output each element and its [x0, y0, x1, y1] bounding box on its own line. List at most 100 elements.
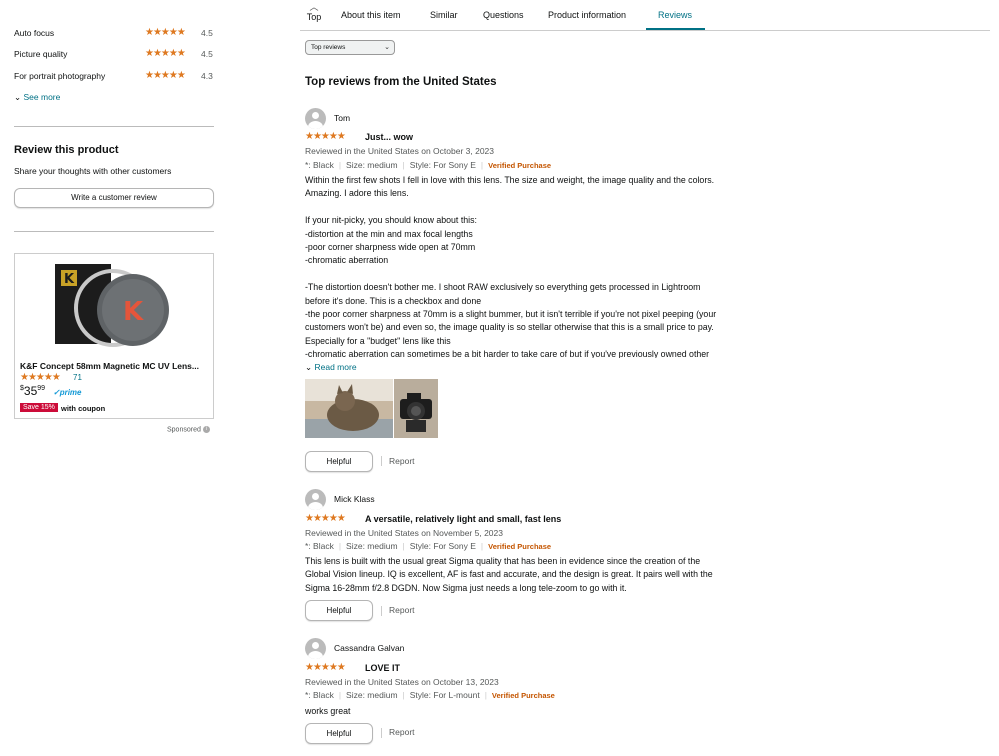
- review-title[interactable]: Just... wow: [365, 132, 413, 142]
- variant-style[interactable]: Style: For Sony E: [410, 541, 476, 551]
- divider: [14, 126, 214, 127]
- chevron-down-icon: ⌄: [14, 92, 22, 102]
- review-line: [305, 201, 765, 214]
- see-more-label: See more: [23, 92, 61, 102]
- ad-product-title[interactable]: K&F Concept 58mm Magnetic MC UV Lens...: [20, 361, 199, 371]
- tab-about-this-item[interactable]: About this item: [341, 10, 401, 20]
- review-product-subtitle: Share your thoughts with other customers: [14, 166, 172, 176]
- review-product-heading: Review this product: [14, 144, 119, 156]
- variant-color: *: Black: [305, 160, 334, 170]
- feature-rating-label: For portrait photography: [14, 71, 106, 81]
- review-line: -The distortion doesn't bother me. I sho…: [305, 282, 701, 293]
- reviewer-name[interactable]: Cassandra Galvan: [334, 643, 404, 653]
- review-line: If your nit-picky, you should know about…: [305, 215, 477, 226]
- reviewer-name[interactable]: Tom: [334, 113, 350, 123]
- review-line: Sigma 16-28mm f/2.8 DGDN. Now Sigma just…: [305, 582, 627, 593]
- coupon-text: with coupon: [61, 404, 106, 413]
- review-body: Within the first few shots I fell in lov…: [305, 174, 765, 358]
- star-rating-icon: ★★★★★: [145, 70, 186, 81]
- review-variant-info: *: Black | Size: medium | Style: For Sony E |…: [305, 160, 552, 170]
- review-line: before it's done. This is a checkbox and…: [305, 295, 482, 306]
- feature-rating-picture-quality: Picture quality ★★★★★ 4.5: [14, 48, 214, 61]
- tab-questions[interactable]: Questions: [483, 10, 524, 20]
- review-line: -poor corner sharpness wide open at 70mm: [305, 242, 476, 253]
- variant-style[interactable]: Style: For L-mount: [410, 690, 480, 700]
- prime-logo: ✓prime: [53, 388, 82, 397]
- avatar: [305, 638, 326, 659]
- review-line: [305, 268, 765, 281]
- feature-rating-portrait: For portrait photography ★★★★★ 4.3: [14, 70, 214, 83]
- review-body: works great: [305, 705, 765, 718]
- review-title[interactable]: A versatile, relatively light and small,…: [365, 514, 561, 524]
- chevron-down-icon: ⌄: [384, 44, 390, 51]
- reviews-section-title: Top reviews from the United States: [305, 76, 497, 88]
- ad-star-rating-icon: ★★★★★: [20, 372, 61, 383]
- helpful-button[interactable]: Helpful: [305, 600, 373, 621]
- review-line: Amazing. I adore this lens.: [305, 188, 409, 199]
- review-line: Especially for a "budget" lens like this: [305, 335, 451, 346]
- feature-rating-value: 4.5: [201, 49, 213, 59]
- ad-price-cents: 99: [37, 385, 46, 392]
- verified-purchase-badge: Verified Purchase: [488, 542, 552, 551]
- tab-reviews[interactable]: Reviews: [658, 10, 692, 20]
- review-title[interactable]: LOVE IT: [365, 663, 400, 673]
- review-photo-cat[interactable]: [305, 379, 393, 438]
- review-line: customers won't be) and even so, the ima…: [305, 322, 714, 333]
- ad-price: $3599: [20, 384, 46, 398]
- ad-price-dollars: 35: [23, 384, 38, 398]
- avatar: [305, 489, 326, 510]
- report-link[interactable]: Report: [389, 605, 415, 615]
- verified-purchase-badge: Verified Purchase: [491, 691, 555, 700]
- review-line: -distortion at the min and max focal len…: [305, 228, 473, 239]
- write-review-button[interactable]: Write a customer review: [14, 188, 214, 208]
- review-line: works great: [305, 706, 351, 716]
- sort-selected-value: Top reviews: [311, 44, 346, 51]
- sponsored-product-ad[interactable]: K K K&F Concept 58mm Magnetic MC UV Lens…: [14, 253, 214, 419]
- divider: [381, 456, 382, 466]
- star-rating-icon: ★★★★★: [145, 48, 186, 59]
- variant-size: Size: medium: [346, 541, 398, 551]
- divider: [381, 728, 382, 738]
- variant-size: Size: medium: [346, 690, 398, 700]
- tab-product-information[interactable]: Product information: [548, 10, 626, 20]
- feature-rating-label: Auto focus: [14, 28, 55, 38]
- sponsored-label[interactable]: Sponsored i: [167, 426, 210, 433]
- review-star-rating-icon: ★★★★★: [305, 131, 346, 142]
- tab-similar[interactable]: Similar: [430, 10, 458, 20]
- review-date: Reviewed in the United States on October…: [305, 677, 499, 687]
- sort-reviews-dropdown[interactable]: Top reviews ⌄: [305, 40, 395, 55]
- see-more-link[interactable]: ⌄ See more: [14, 92, 60, 103]
- review-photo-camera[interactable]: [394, 379, 438, 438]
- check-icon: ✓: [53, 388, 60, 397]
- prime-label: prime: [59, 388, 82, 397]
- review-line: -chromatic aberration can sometimes be a…: [305, 349, 710, 358]
- ad-rating-count[interactable]: 71: [73, 373, 82, 382]
- nav-top-label: Top: [306, 12, 322, 22]
- review-line: This lens is built with the usual great …: [305, 556, 701, 566]
- product-image[interactable]: K K: [51, 260, 181, 356]
- review-line: Global Vision lineup. IQ is excellent, A…: [305, 569, 713, 580]
- review-line: -the poor corner sharpness at 70mm is a …: [305, 309, 717, 320]
- reviewer-name[interactable]: Mick Klass: [334, 494, 375, 504]
- back-to-top-button[interactable]: ︿ Top: [306, 2, 322, 22]
- avatar: [305, 108, 326, 129]
- info-icon[interactable]: i: [202, 426, 210, 433]
- review-line: -chromatic aberration: [305, 255, 389, 266]
- report-link[interactable]: Report: [389, 727, 415, 737]
- feature-rating-value: 4.5: [201, 28, 213, 38]
- variant-color: *: Black: [305, 541, 334, 551]
- report-link[interactable]: Report: [389, 456, 415, 466]
- helpful-button[interactable]: Helpful: [305, 451, 373, 472]
- variant-style[interactable]: Style: For Sony E: [410, 160, 476, 170]
- active-tab-indicator: [646, 28, 705, 30]
- star-rating-icon: ★★★★★: [145, 27, 186, 38]
- read-more-label: Read more: [314, 362, 357, 372]
- helpful-button[interactable]: Helpful: [305, 723, 373, 744]
- chevron-up-icon: ︿: [309, 2, 319, 12]
- divider: [14, 231, 214, 232]
- review-date: Reviewed in the United States on Novembe…: [305, 528, 503, 538]
- review-variant-info: *: Black | Size: medium | Style: For L-mount…: [305, 690, 555, 700]
- review-body: This lens is built with the usual great …: [305, 555, 765, 595]
- variant-color: *: Black: [305, 690, 334, 700]
- read-more-link[interactable]: ⌄ Read more: [305, 362, 357, 373]
